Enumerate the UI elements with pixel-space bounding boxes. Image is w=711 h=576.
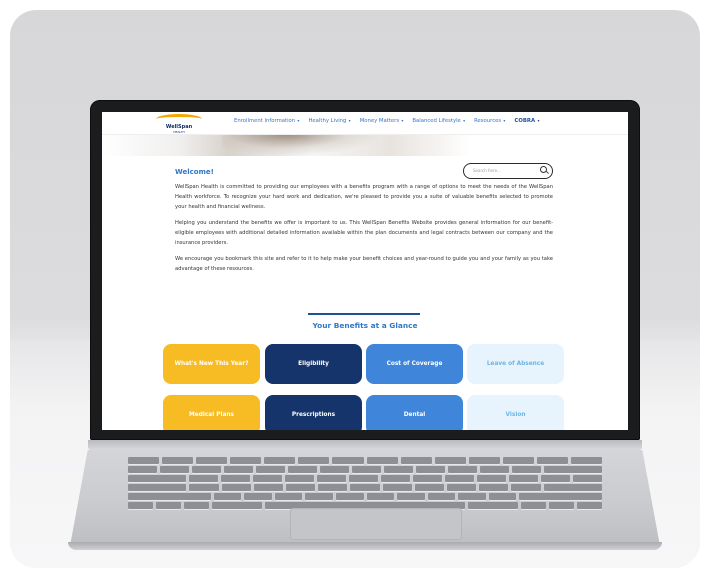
photo-background: WellSpan HEALTH Enrollment Information ▾… [10,10,700,568]
search-placeholder: Search here... [473,168,501,173]
nav-label: Money Matters [359,118,400,124]
intro-paragraph-1: WellSpan Health is committed to providin… [175,184,553,210]
site-header: WellSpan HEALTH Enrollment Information ▾… [102,112,628,135]
nav-label: COBRA [514,118,536,124]
benefits-divider [308,313,420,315]
chevron-down-icon: ▾ [347,118,351,123]
keyboard-row [128,493,602,500]
keyboard-row [127,484,603,491]
main-nav: Enrollment Information ▾ Healthy Living … [234,118,539,124]
chevron-down-icon: ▾ [400,118,404,123]
tile-eligibility[interactable]: Eligibility [265,344,362,384]
logo-arc [156,114,202,124]
nav-money-matters[interactable]: Money Matters ▾ [360,118,404,124]
search-icon[interactable] [540,166,547,173]
laptop-keyboard [127,457,603,509]
keyboard-row [128,475,602,482]
chevron-down-icon: ▾ [502,118,506,123]
nav-label: Resources [474,118,502,124]
nav-label: Healthy Living [308,118,347,124]
laptop-base-edge [68,542,662,550]
tile-whats-new[interactable]: What's New This Year? [163,344,260,384]
chevron-down-icon: ▾ [536,118,540,123]
tile-medical-plans[interactable]: Medical Plans [163,395,260,430]
laptop-trackpad [290,508,462,540]
tile-dental[interactable]: Dental [366,395,463,430]
nav-healthy-living[interactable]: Healthy Living ▾ [308,118,350,124]
tile-cost-of-coverage[interactable]: Cost of Coverage [366,344,463,384]
chevron-down-icon: ▾ [296,118,300,123]
tile-vision[interactable]: Vision [467,395,564,430]
tile-leave-of-absence[interactable]: Leave of Absence [467,344,564,384]
tile-prescriptions[interactable]: Prescriptions [265,395,362,430]
laptop-screen: WellSpan HEALTH Enrollment Information ▾… [102,112,628,430]
nav-label: Enrollment Information [234,118,296,124]
search-input[interactable]: Search here... [463,163,553,179]
hero-banner-shade [222,134,382,156]
intro-paragraph-3: We encourage you bookmark this site and … [175,256,553,272]
intro-paragraph-2: Helping you understand the benefits we o… [175,220,553,246]
nav-balanced-lifestyle[interactable]: Balanced Lifestyle ▾ [412,118,465,124]
laptop-lid: WellSpan HEALTH Enrollment Information ▾… [90,100,640,440]
keyboard-row [128,466,602,473]
nav-cobra[interactable]: COBRA ▾ [514,118,539,124]
wellspan-logo[interactable]: WellSpan HEALTH [156,114,202,134]
keyboard-row [127,457,603,464]
logo-sub: HEALTH [173,130,185,134]
welcome-heading: Welcome! [175,168,214,176]
nav-enrollment-information[interactable]: Enrollment Information ▾ [234,118,299,124]
benefits-heading: Your Benefits at a Glance [312,321,418,330]
laptop-hinge [88,440,642,450]
nav-resources[interactable]: Resources ▾ [474,118,505,124]
nav-label: Balanced Lifestyle [412,118,461,124]
chevron-down-icon: ▾ [461,118,466,123]
